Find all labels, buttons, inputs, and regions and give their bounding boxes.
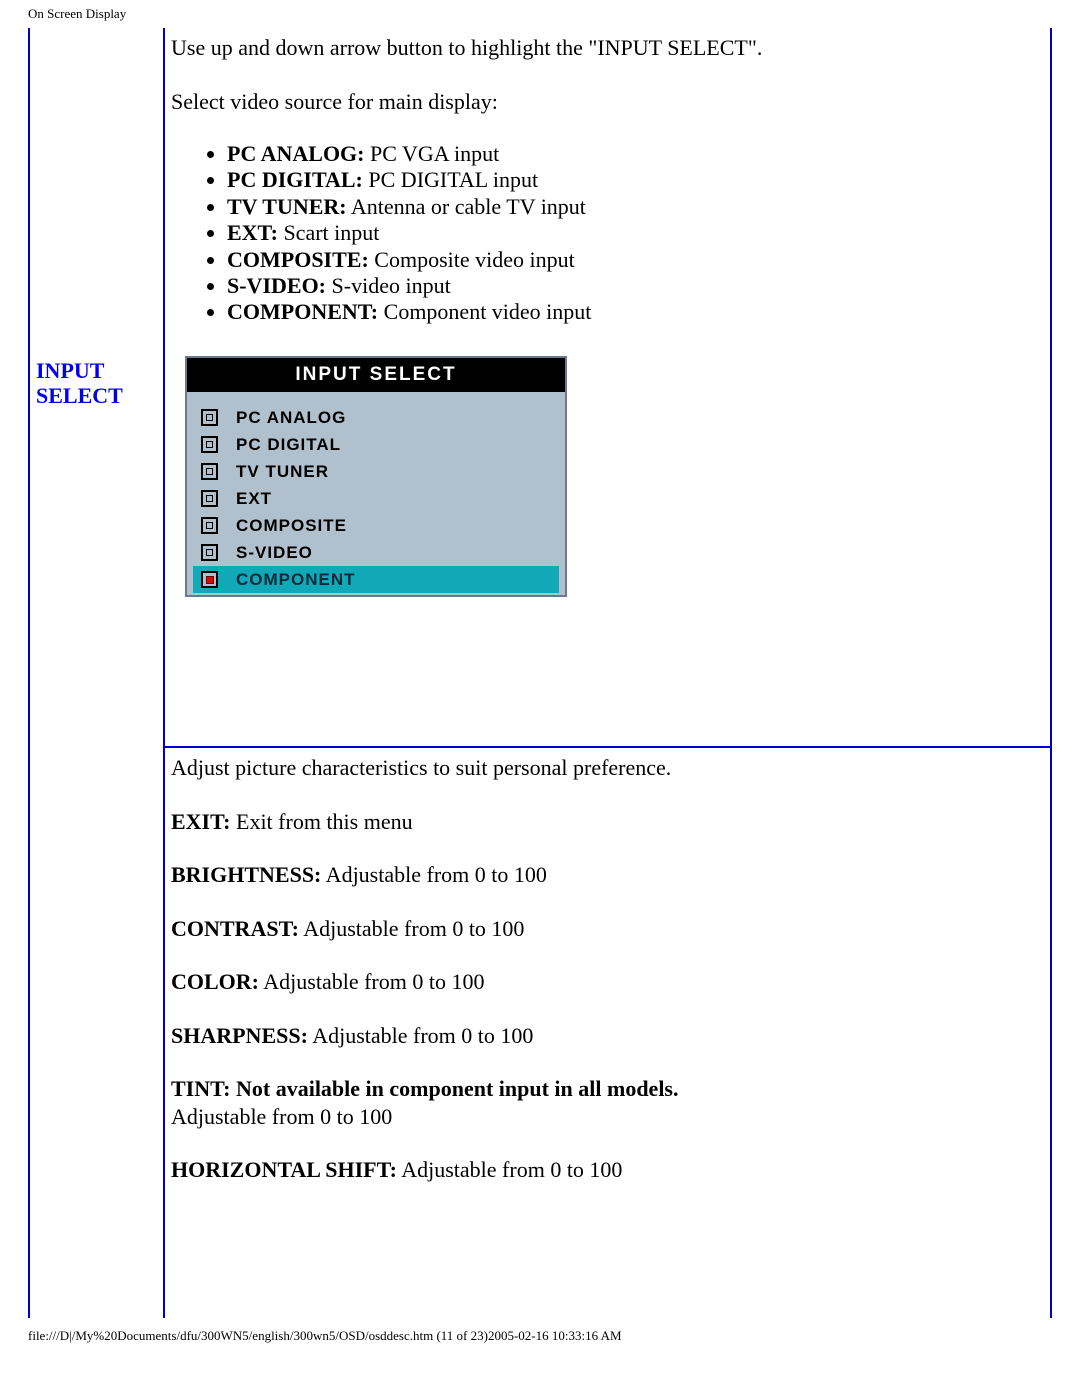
list-item: S-VIDEO: S-video input: [227, 273, 1040, 299]
radio-icon: [201, 463, 218, 480]
list-item: EXT: Scart input: [227, 220, 1040, 246]
osd-item-ext[interactable]: EXT: [193, 485, 559, 512]
content-frame: INPUT SELECT Use up and down arrow butto…: [28, 28, 1052, 1318]
osd-item-label: PC DIGITAL: [236, 434, 341, 455]
radio-icon: [201, 571, 218, 588]
list-item: COMPONENT: Component video input: [227, 299, 1040, 325]
osd-item-label: COMPOSITE: [236, 515, 347, 536]
osd-item-label: TV TUNER: [236, 461, 329, 482]
osd-item-s-video[interactable]: S-VIDEO: [193, 539, 559, 566]
list-item: PC ANALOG: PC VGA input: [227, 141, 1040, 167]
osd-panel: INPUT SELECT PC ANALOG PC DIGITAL TV TUN…: [185, 356, 567, 598]
picture-intro: Adjust picture characteristics to suit p…: [171, 754, 1040, 782]
page-footer: file:///D|/My%20Documents/dfu/300WN5/eng…: [0, 1318, 1080, 1354]
radio-icon: [201, 436, 218, 453]
radio-icon: [201, 517, 218, 534]
radio-icon: [201, 544, 218, 561]
osd-title: INPUT SELECT: [187, 358, 565, 393]
osd-body: PC ANALOG PC DIGITAL TV TUNER EXT: [187, 392, 565, 595]
setting-row: EXIT: Exit from this menu: [171, 808, 1040, 836]
osd-item-composite[interactable]: COMPOSITE: [193, 512, 559, 539]
osd-item-label: EXT: [236, 488, 272, 509]
setting-row-tint: TINT: Not available in component input i…: [171, 1075, 1040, 1130]
list-item: PC DIGITAL: PC DIGITAL input: [227, 167, 1040, 193]
osd-item-pc-digital[interactable]: PC DIGITAL: [193, 431, 559, 458]
setting-row: CONTRAST: Adjustable from 0 to 100: [171, 915, 1040, 943]
intro-text-2: Select video source for main display:: [171, 88, 1040, 116]
picture-cell: Adjust picture characteristics to suit p…: [165, 748, 1050, 1190]
osd-item-component[interactable]: COMPONENT: [193, 566, 559, 593]
intro-text-1: Use up and down arrow button to highligh…: [171, 34, 1040, 62]
setting-row: COLOR: Adjustable from 0 to 100: [171, 968, 1040, 996]
radio-icon: [201, 490, 218, 507]
radio-icon: [201, 409, 218, 426]
left-column: INPUT SELECT: [30, 28, 165, 1318]
setting-row: SHARPNESS: Adjustable from 0 to 100: [171, 1022, 1040, 1050]
source-options-list: PC ANALOG: PC VGA input PC DIGITAL: PC D…: [171, 141, 1040, 326]
osd-item-label: COMPONENT: [236, 569, 356, 590]
right-column: Use up and down arrow button to highligh…: [165, 28, 1050, 1318]
list-item: COMPOSITE: Composite video input: [227, 247, 1040, 273]
input-select-cell: Use up and down arrow button to highligh…: [165, 28, 1050, 748]
list-item: TV TUNER: Antenna or cable TV input: [227, 194, 1040, 220]
osd-item-tv-tuner[interactable]: TV TUNER: [193, 458, 559, 485]
osd-item-label: S-VIDEO: [236, 542, 313, 563]
osd-item-pc-analog[interactable]: PC ANALOG: [193, 404, 559, 431]
setting-row: BRIGHTNESS: Adjustable from 0 to 100: [171, 861, 1040, 889]
setting-row: HORIZONTAL SHIFT: Adjustable from 0 to 1…: [171, 1156, 1040, 1184]
page-header: On Screen Display: [0, 0, 1080, 26]
input-select-link[interactable]: INPUT SELECT: [36, 358, 123, 408]
osd-item-label: PC ANALOG: [236, 407, 346, 428]
